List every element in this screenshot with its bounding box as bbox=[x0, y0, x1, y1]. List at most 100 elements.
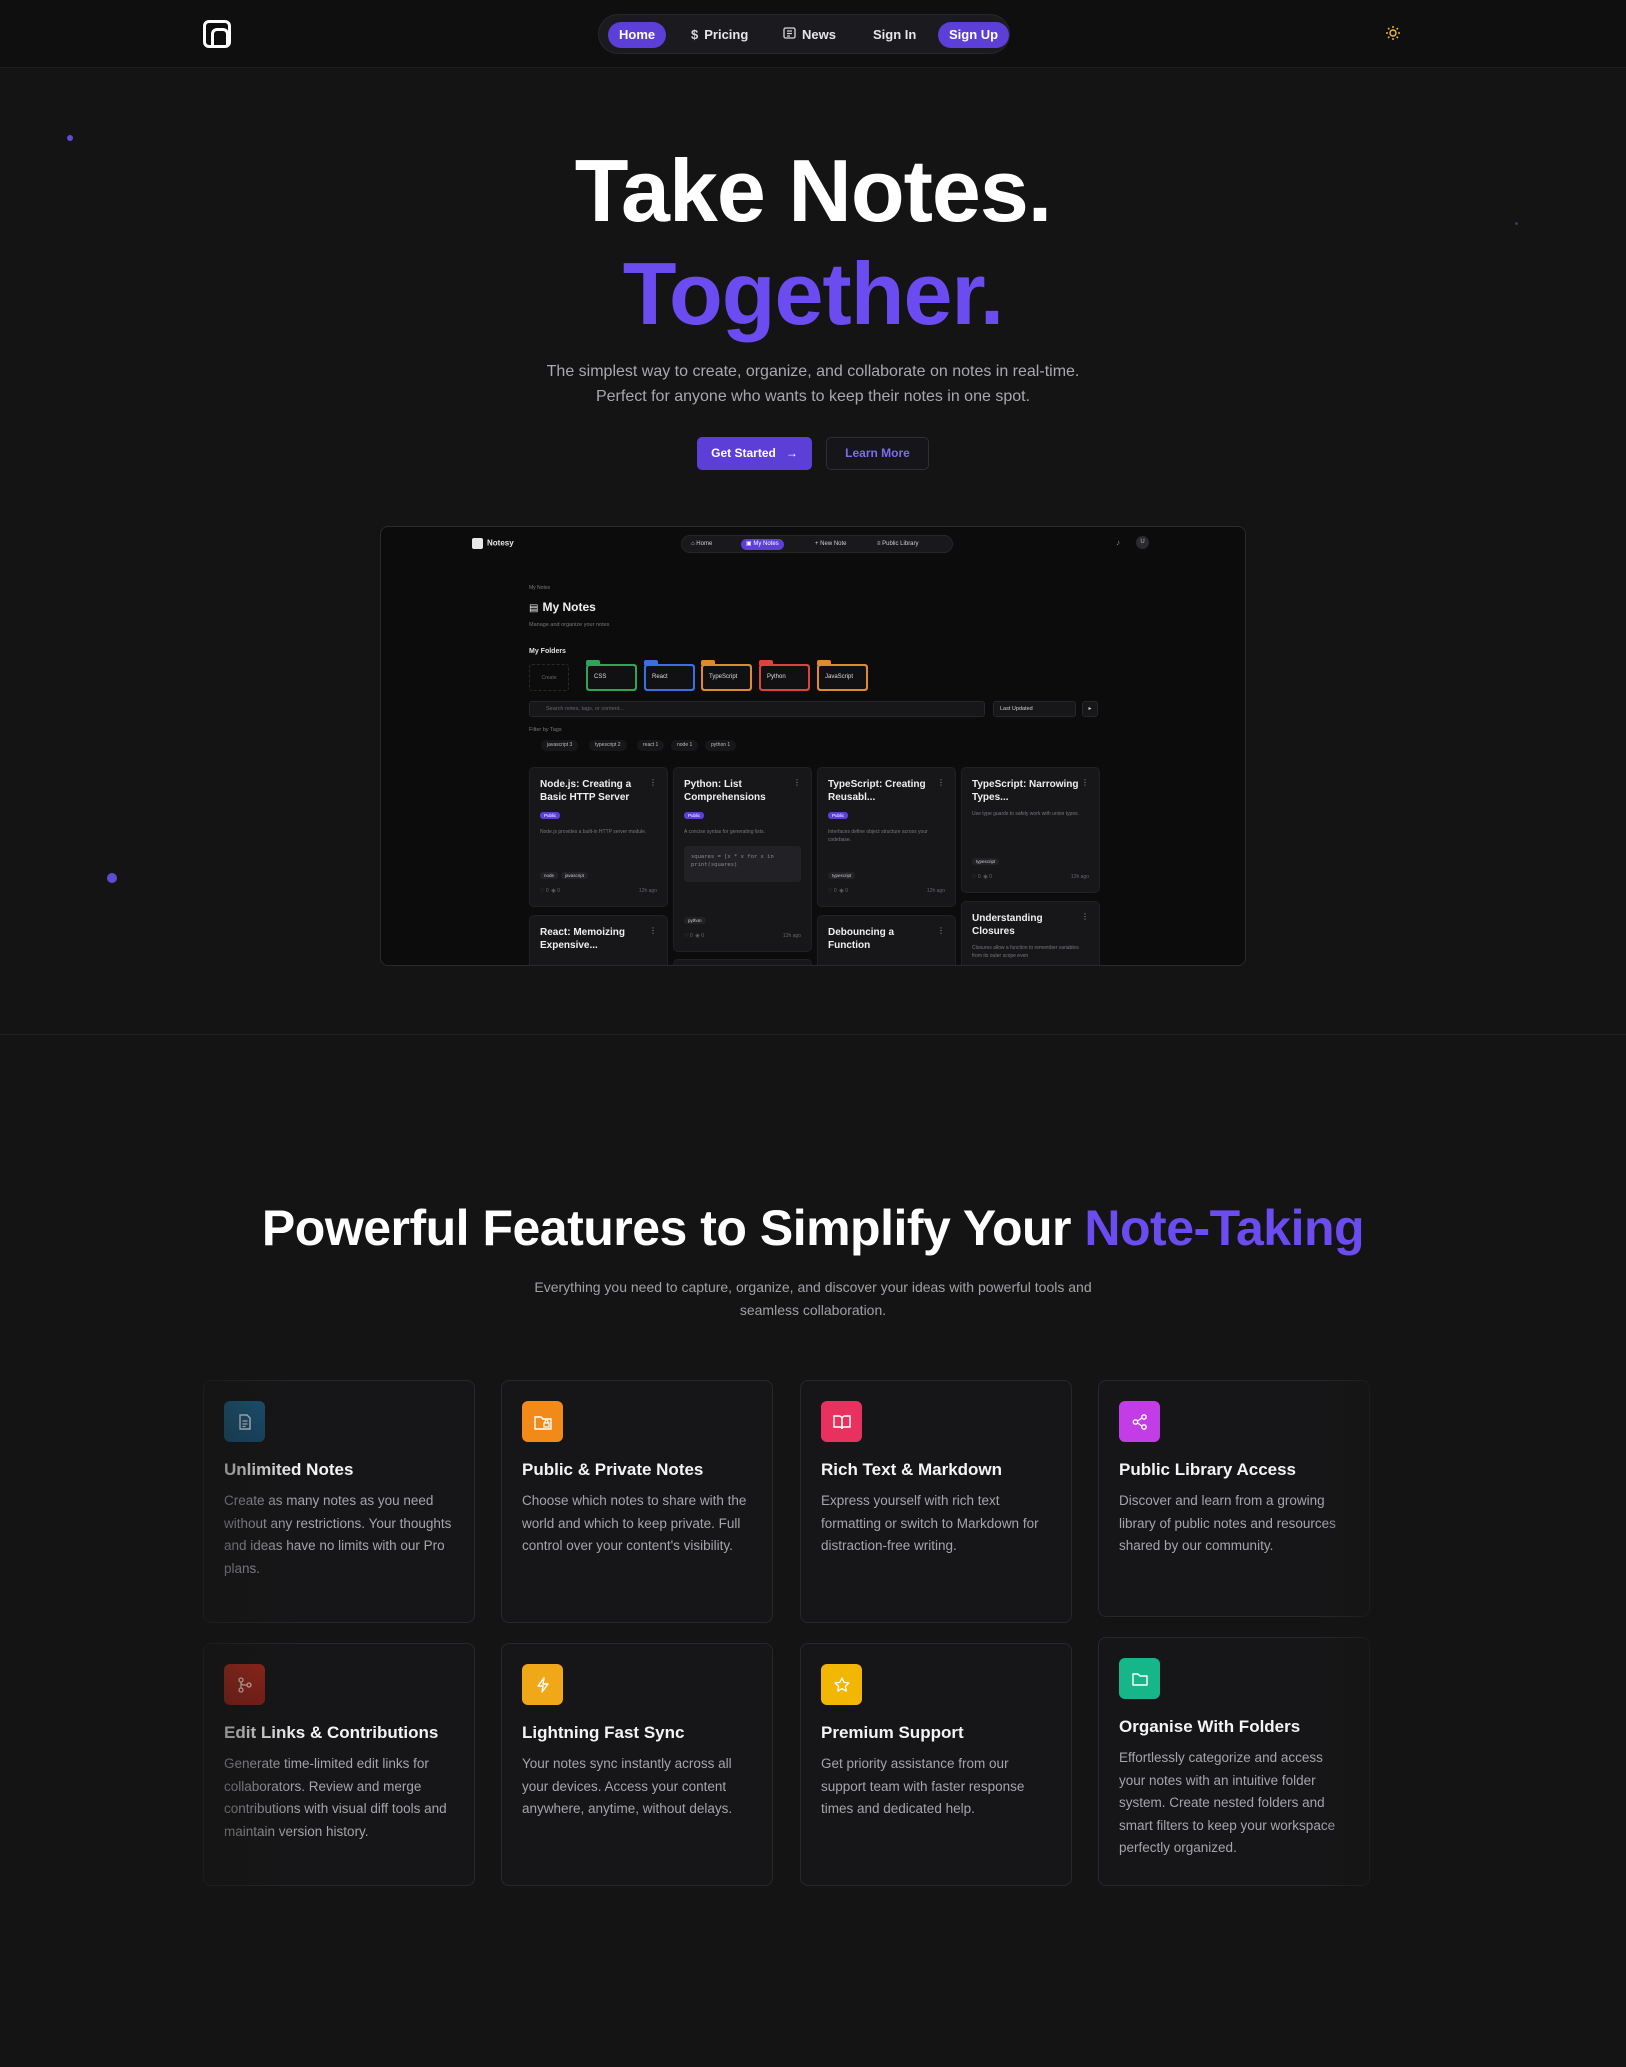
hero-title-line2: Together. bbox=[622, 244, 1005, 343]
note-card-likes: 0 bbox=[545, 888, 549, 894]
folder-icon bbox=[1119, 1658, 1160, 1699]
preview-sort-select: Last Updated bbox=[993, 701, 1076, 717]
feature-card-unlimited-notes: Unlimited Notes Create as many notes as … bbox=[203, 1380, 475, 1623]
note-card-title: Debouncing a Function bbox=[828, 927, 895, 951]
more-icon: ⋮ bbox=[937, 926, 945, 935]
preview-breadcrumb: My Notes bbox=[529, 585, 551, 591]
get-started-button[interactable]: Get Started → bbox=[697, 437, 812, 470]
preview-note-card bbox=[673, 959, 812, 965]
feature-card-public-library-access: Public Library Access Discover and learn… bbox=[1098, 1380, 1370, 1617]
preview-folder: Python bbox=[759, 660, 810, 691]
feature-name: Public Library Access bbox=[1119, 1460, 1297, 1479]
preview-brand: Notesy bbox=[472, 538, 514, 549]
nav-pricing[interactable]: $ Pricing bbox=[680, 22, 759, 48]
features-title-main: Powerful Features to Simplify Your bbox=[261, 1200, 1085, 1256]
dollar-icon: $ bbox=[691, 27, 699, 42]
learn-more-label: Learn More bbox=[845, 446, 910, 460]
lightning-icon bbox=[522, 1664, 563, 1705]
preview-note-card: Understanding Closures ⋮ Closures allow … bbox=[961, 901, 1100, 965]
more-icon: ⋮ bbox=[937, 778, 945, 787]
preview-nav-home-label: Home bbox=[696, 541, 713, 547]
note-card-title: React: Memoizing Expensive... bbox=[540, 927, 626, 951]
preview-folder: JavaScript bbox=[817, 660, 868, 691]
preview-create-folder: Create bbox=[529, 664, 569, 691]
feature-desc: Create as many notes as you need without… bbox=[224, 1493, 452, 1576]
book-open-icon bbox=[821, 1401, 862, 1442]
newspaper-icon bbox=[783, 27, 796, 42]
nav-sign-up-label: Sign Up bbox=[949, 27, 999, 42]
note-card-views: 0 bbox=[701, 933, 704, 939]
features-subtitle: Everything you need to capture, organize… bbox=[534, 1279, 1092, 1318]
feature-desc: Discover and learn from a growing librar… bbox=[1119, 1493, 1336, 1553]
note-card-tags: python bbox=[684, 917, 709, 924]
preview-nav: ⌂ Home ▣ My Notes + New Note ≡ Public Li… bbox=[681, 535, 953, 553]
learn-more-button[interactable]: Learn More bbox=[826, 437, 929, 470]
feature-desc: Get priority assistance from our support… bbox=[821, 1756, 1025, 1816]
preview-nav-public-library-label: Public Library bbox=[882, 541, 919, 547]
note-card-code: squares = [x * x for x in print(squares) bbox=[684, 846, 801, 882]
arrow-right-icon: → bbox=[785, 446, 798, 460]
preview-tag: react 1 bbox=[637, 740, 665, 751]
nav-pill: Home $ Pricing News Sign In Sign Up bbox=[598, 14, 1010, 54]
preview-nav-my-notes-label: My Notes bbox=[753, 541, 779, 547]
preview-note-card: Debouncing a Function ⋮ bbox=[817, 915, 956, 965]
note-card-desc: Node.js provides a built-in HTTP server … bbox=[540, 829, 647, 835]
nav-sign-up[interactable]: Sign Up bbox=[938, 22, 1010, 48]
preview-page-title: ▤ My Notes bbox=[529, 600, 596, 614]
note-card-footer: ♡ 0 ◉ 0 12h ago bbox=[972, 874, 1089, 880]
preview-nav-new-note: + New Note bbox=[815, 541, 847, 547]
preview-page-desc: Manage and organize your notes bbox=[529, 622, 610, 628]
folder-lock-icon bbox=[522, 1401, 563, 1442]
preview-folder: CSS bbox=[586, 660, 637, 691]
nav-home-label: Home bbox=[619, 27, 656, 42]
note-card-desc: Closures allow a function to remember va… bbox=[972, 945, 1079, 959]
feature-card-premium-support: Premium Support Get priority assistance … bbox=[800, 1643, 1072, 1886]
feature-name: Premium Support bbox=[821, 1723, 964, 1742]
preview-folder-label: JavaScript bbox=[825, 674, 854, 680]
public-badge: Public bbox=[684, 812, 705, 819]
note-card-title: Python: List Comprehensions bbox=[684, 779, 766, 803]
note-card-likes: 0 bbox=[833, 888, 837, 894]
nav-home[interactable]: Home bbox=[608, 22, 667, 48]
share-icon bbox=[1119, 1401, 1160, 1442]
preview-tag: node 1 bbox=[671, 740, 699, 751]
preview-nav-home: ⌂ Home bbox=[691, 541, 713, 547]
note-card-title: Node.js: Creating a Basic HTTP Server bbox=[540, 779, 632, 803]
feature-desc: Effortlessly categorize and access your … bbox=[1119, 1750, 1336, 1855]
nav-sign-in[interactable]: Sign In bbox=[862, 22, 927, 48]
preview-tags-label: Filter by Tags bbox=[529, 727, 562, 733]
feature-card-public-private-notes: Public & Private Notes Choose which note… bbox=[501, 1380, 773, 1623]
feature-name: Rich Text & Markdown bbox=[821, 1460, 1003, 1479]
get-started-label: Get Started bbox=[711, 446, 776, 460]
preview-note-card: Python: List Comprehensions ⋮ Public A c… bbox=[673, 767, 812, 952]
preview-nav-my-notes: ▣ My Notes bbox=[741, 539, 784, 550]
decorative-dot bbox=[107, 873, 117, 883]
note-card-footer: ♡ 0 ◉ 0 12h ago bbox=[828, 888, 945, 894]
more-icon: ⋮ bbox=[793, 778, 801, 787]
note-card-footer: ♡ 0 ◉ 0 12h ago bbox=[684, 933, 801, 939]
feature-desc: Choose which notes to share with the wor… bbox=[522, 1493, 747, 1553]
nav-news[interactable]: News bbox=[772, 22, 847, 48]
note-card-tag: typescript bbox=[972, 858, 1000, 865]
preview-tag: typescript 2 bbox=[589, 740, 627, 751]
note-card-title: TypeScript: Creating Reusabl... bbox=[828, 779, 926, 803]
note-card-tags: node javascript bbox=[540, 872, 591, 879]
preview-folders-label: My Folders bbox=[529, 648, 566, 655]
preview-folder-label: Python bbox=[767, 674, 786, 680]
sun-icon[interactable] bbox=[1385, 25, 1401, 46]
preview-note-card: Node.js: Creating a Basic HTTP Server ⋮ … bbox=[529, 767, 668, 907]
note-card-views: 0 bbox=[557, 888, 560, 894]
nav-pricing-label: Pricing bbox=[704, 27, 749, 42]
git-branch-icon bbox=[224, 1664, 265, 1705]
hero-subtitle: The simplest way to create, organize, an… bbox=[546, 363, 1080, 405]
feature-name: Lightning Fast Sync bbox=[522, 1723, 685, 1742]
feature-card-edit-links: Edit Links & Contributions Generate time… bbox=[203, 1643, 475, 1886]
preview-nav-new-note-label: New Note bbox=[820, 541, 847, 547]
preview-logo-icon bbox=[472, 538, 483, 549]
feature-card-lightning-sync: Lightning Fast Sync Your notes sync inst… bbox=[501, 1643, 773, 1886]
feature-name: Organise With Folders bbox=[1119, 1717, 1301, 1736]
preview-note-card: React: Memoizing Expensive... ⋮ bbox=[529, 915, 668, 965]
preview-note-card: TypeScript: Creating Reusabl... ⋮ Public… bbox=[817, 767, 956, 907]
app-logo-icon[interactable] bbox=[203, 20, 231, 48]
app-preview-screenshot: Notesy ⌂ Home ▣ My Notes + New Note ≡ Pu… bbox=[380, 526, 1246, 966]
